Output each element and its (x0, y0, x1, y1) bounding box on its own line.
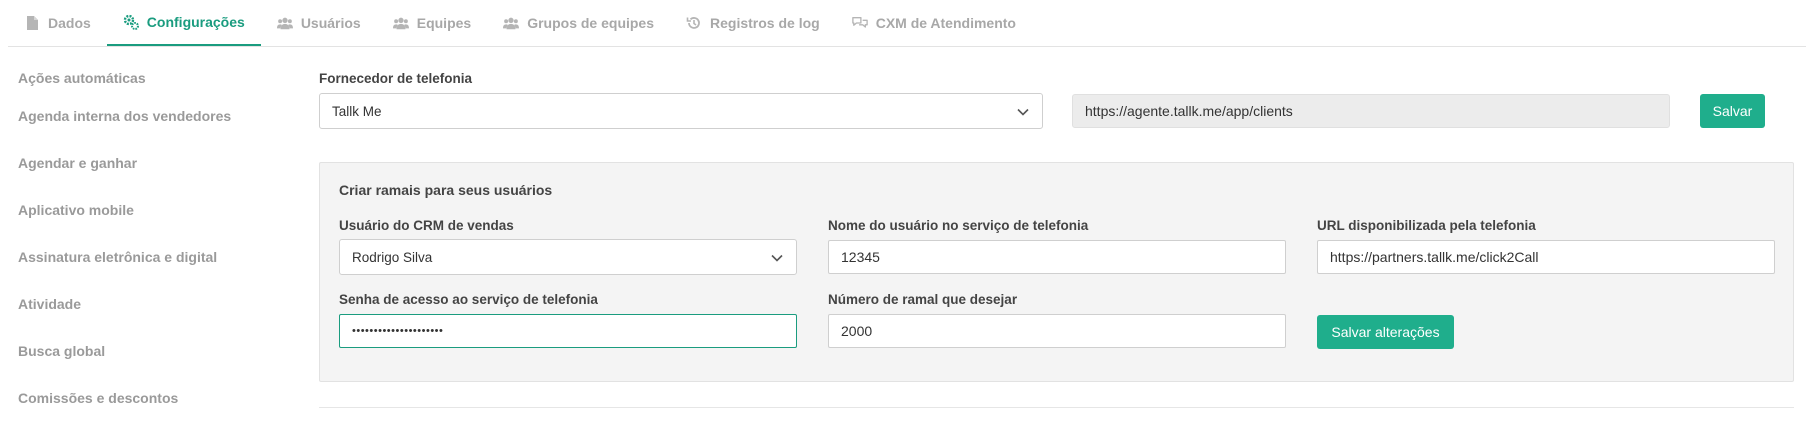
users-icon (503, 15, 520, 31)
tab-cxm-de-atendimento[interactable]: CXM de Atendimento (836, 0, 1032, 46)
tab-label: Grupos de equipes (527, 14, 655, 31)
sidebar-item-atividade[interactable]: Atividade (18, 281, 278, 327)
section-divider (319, 407, 1794, 408)
sidebar-item-busca-global[interactable]: Busca global (18, 327, 278, 375)
chevron-down-icon (770, 251, 784, 265)
tab-label: Usuários (300, 14, 361, 31)
password-value: ••••••••••••••••••••• (352, 325, 444, 337)
chat-bubbles-icon (851, 15, 868, 31)
tab-registros-de-log[interactable]: Registros de log (670, 0, 836, 46)
chevron-down-icon (1016, 105, 1030, 119)
crm-user-label: Usuário do CRM de vendas (339, 218, 514, 233)
crm-user-select[interactable]: Rodrigo Silva (339, 239, 797, 275)
url-value: https://partners.tallk.me/click2Call (1330, 249, 1539, 265)
save-changes-button[interactable]: Salvar alterações (1317, 315, 1454, 349)
sidebar-item-aplicativo-mobile[interactable]: Aplicativo mobile (18, 187, 278, 233)
users-icon (392, 15, 409, 31)
users-icon (276, 15, 293, 31)
sidebar-item-comissoes[interactable]: Comissões e descontos (18, 375, 278, 421)
tab-label: Dados (48, 14, 91, 31)
provider-url-value: https://agente.tallk.me/app/clients (1085, 103, 1293, 119)
extensions-panel: Criar ramais para seus usuários Usuário … (319, 162, 1794, 382)
top-tab-bar: Dados Configurações Usuários Equipes Gru… (8, 0, 1806, 47)
crm-user-value: Rodrigo Silva (352, 249, 433, 265)
url-input[interactable]: https://partners.tallk.me/click2Call (1317, 240, 1775, 274)
tab-configuracoes[interactable]: Configurações (106, 0, 261, 46)
provider-label: Fornecedor de telefonia (319, 71, 473, 86)
panel-title: Criar ramais para seus usuários (339, 182, 553, 198)
sidebar-item-assinatura[interactable]: Assinatura eletrônica e digital (18, 233, 278, 281)
tab-label: Configurações (146, 13, 245, 30)
password-input[interactable]: ••••••••••••••••••••• (339, 314, 797, 348)
tab-grupos-de-equipes[interactable]: Grupos de equipes (487, 0, 670, 46)
tab-label: Registros de log (710, 14, 820, 31)
tab-dados[interactable]: Dados (8, 0, 107, 46)
sidebar-item-agenda-interna[interactable]: Agenda interna dos vendedores (18, 93, 278, 139)
extension-number-input[interactable]: 2000 (828, 314, 1286, 348)
tab-label: CXM de Atendimento (875, 14, 1016, 31)
provider-selected-value: Tallk Me (332, 103, 382, 119)
tab-equipes[interactable]: Equipes (377, 0, 487, 46)
history-icon (686, 15, 702, 31)
password-label: Senha de acesso ao serviço de telefonia (339, 292, 598, 307)
settings-sidebar: Ações automáticas Agenda interna dos ven… (18, 47, 278, 421)
document-icon (24, 15, 40, 31)
service-user-input[interactable]: 12345 (828, 240, 1286, 274)
extension-number-label: Número de ramal que desejar (828, 292, 1018, 307)
url-label: URL disponibilizada pela telefonia (1317, 218, 1536, 233)
sidebar-item-acoes-automaticas[interactable]: Ações automáticas (18, 63, 278, 93)
sidebar-item-agendar-e-ganhar[interactable]: Agendar e ganhar (18, 139, 278, 187)
service-user-value: 12345 (841, 249, 880, 265)
provider-select[interactable]: Tallk Me (319, 93, 1043, 129)
extension-number-value: 2000 (841, 323, 873, 339)
service-user-label: Nome do usuário no serviço de telefonia (828, 218, 1089, 233)
tab-label: Equipes (416, 14, 472, 31)
tab-usuarios[interactable]: Usuários (261, 0, 377, 46)
provider-url-field: https://agente.tallk.me/app/clients (1072, 94, 1670, 128)
save-button[interactable]: Salvar (1700, 94, 1765, 128)
gears-icon (123, 14, 139, 30)
